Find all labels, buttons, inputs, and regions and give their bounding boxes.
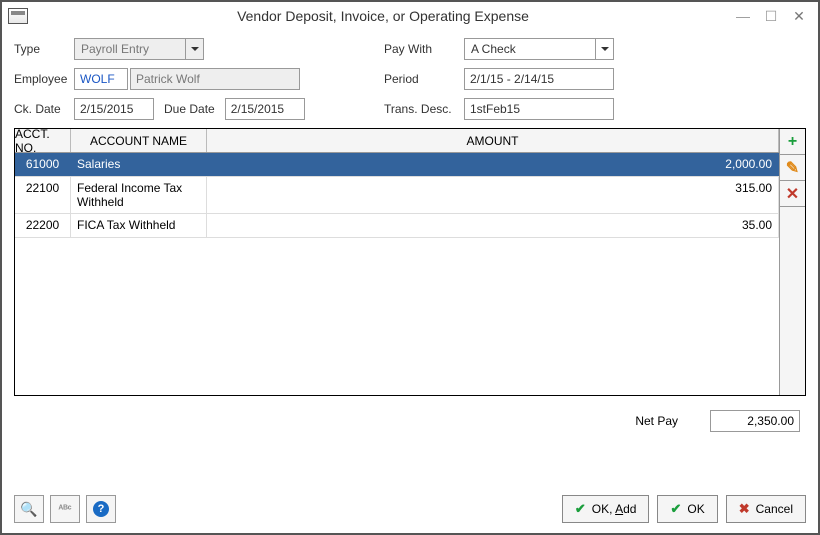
- cell-amount: 35.00: [207, 214, 779, 237]
- title-bar: Vendor Deposit, Invoice, or Operating Ex…: [2, 2, 818, 30]
- cell-acctno: 61000: [15, 153, 71, 176]
- header-acctno: ACCT. NO.: [15, 129, 71, 152]
- paywith-label: Pay With: [384, 42, 464, 56]
- dropdown-icon: [595, 39, 613, 59]
- employee-wrap: [74, 68, 384, 90]
- employee-code-input[interactable]: [74, 68, 128, 90]
- grid-toolbar: + ✎ ✕: [779, 129, 805, 395]
- line-item-grid: ACCT. NO. ACCOUNT NAME AMOUNT 61000Salar…: [14, 128, 806, 396]
- table-row[interactable]: 22100Federal Income Tax Withheld315.00: [15, 177, 779, 214]
- transdesc-input[interactable]: [464, 98, 614, 120]
- ckdate-input[interactable]: [74, 98, 154, 120]
- check-icon: ✔: [670, 501, 681, 517]
- netpay-label: Net Pay: [635, 414, 678, 428]
- help-icon: ?: [93, 501, 109, 517]
- cell-account-name: Federal Income Tax Withheld: [71, 177, 207, 213]
- cell-account-name: Salaries: [71, 153, 207, 176]
- form-section: Type Payroll Entry Pay With A Check Empl…: [2, 30, 818, 120]
- grid-header: ACCT. NO. ACCOUNT NAME AMOUNT: [15, 129, 779, 153]
- close-button[interactable]: ✕: [788, 7, 810, 25]
- ok-add-label: OK, Add: [592, 502, 637, 516]
- ok-add-button[interactable]: ✔ OK, Add: [562, 495, 650, 523]
- header-account-name: ACCOUNT NAME: [71, 129, 207, 152]
- minimize-button[interactable]: —: [732, 7, 754, 25]
- delete-row-button[interactable]: ✕: [780, 181, 805, 207]
- grid-body[interactable]: 61000Salaries2,000.0022100Federal Income…: [15, 153, 779, 395]
- window-controls: — ☐ ✕: [732, 7, 818, 25]
- ckdate-label: Ck. Date: [14, 102, 74, 116]
- transdesc-label: Trans. Desc.: [384, 102, 464, 116]
- table-row[interactable]: 22200FICA Tax Withheld35.00: [15, 214, 779, 238]
- period-input[interactable]: [464, 68, 614, 90]
- ok-label: OK: [687, 502, 704, 516]
- cancel-label: Cancel: [756, 502, 793, 516]
- cell-acctno: 22200: [15, 214, 71, 237]
- type-wrap: Payroll Entry: [74, 38, 384, 60]
- app-icon: [8, 8, 28, 24]
- dialog-window: Vendor Deposit, Invoice, or Operating Ex…: [0, 0, 820, 535]
- header-amount: AMOUNT: [207, 129, 779, 152]
- cancel-button[interactable]: ✖ Cancel: [726, 495, 806, 523]
- netpay-section: Net Pay: [2, 396, 818, 446]
- ok-button[interactable]: ✔ OK: [657, 495, 717, 523]
- cell-acctno: 22100: [15, 177, 71, 213]
- maximize-button[interactable]: ☐: [760, 7, 782, 25]
- table-row[interactable]: 61000Salaries2,000.00: [15, 153, 779, 177]
- date-wrap: Due Date: [74, 98, 384, 120]
- type-value: Payroll Entry: [75, 42, 185, 56]
- period-label: Period: [384, 72, 464, 86]
- duedate-input[interactable]: [225, 98, 305, 120]
- cell-amount: 2,000.00: [207, 153, 779, 176]
- x-icon: ✖: [739, 501, 750, 517]
- duedate-label: Due Date: [164, 102, 215, 116]
- paywith-value: A Check: [465, 42, 595, 56]
- dropdown-icon: [185, 39, 203, 59]
- cell-amount: 315.00: [207, 177, 779, 213]
- type-dropdown[interactable]: Payroll Entry: [74, 38, 204, 60]
- check-icon: ✔: [575, 501, 586, 517]
- grid-main: ACCT. NO. ACCOUNT NAME AMOUNT 61000Salar…: [15, 129, 779, 395]
- window-title: Vendor Deposit, Invoice, or Operating Ex…: [34, 8, 732, 24]
- employee-label: Employee: [14, 72, 74, 86]
- spellcheck-button[interactable]: ᴬᴮᶜ: [50, 495, 80, 523]
- spellcheck-icon: ᴬᴮᶜ: [58, 504, 71, 515]
- help-button[interactable]: ?: [86, 495, 116, 523]
- netpay-value: [710, 410, 800, 432]
- paywith-dropdown[interactable]: A Check: [464, 38, 614, 60]
- cell-account-name: FICA Tax Withheld: [71, 214, 207, 237]
- type-label: Type: [14, 42, 74, 56]
- magnifier-icon: 🔍: [20, 501, 37, 518]
- footer-bar: 🔍 ᴬᴮᶜ ? ✔ OK, Add ✔ OK ✖ Cancel: [14, 495, 806, 523]
- edit-row-button[interactable]: ✎: [780, 155, 805, 181]
- add-row-button[interactable]: +: [780, 129, 805, 155]
- search-button[interactable]: 🔍: [14, 495, 44, 523]
- employee-name-input: [130, 68, 300, 90]
